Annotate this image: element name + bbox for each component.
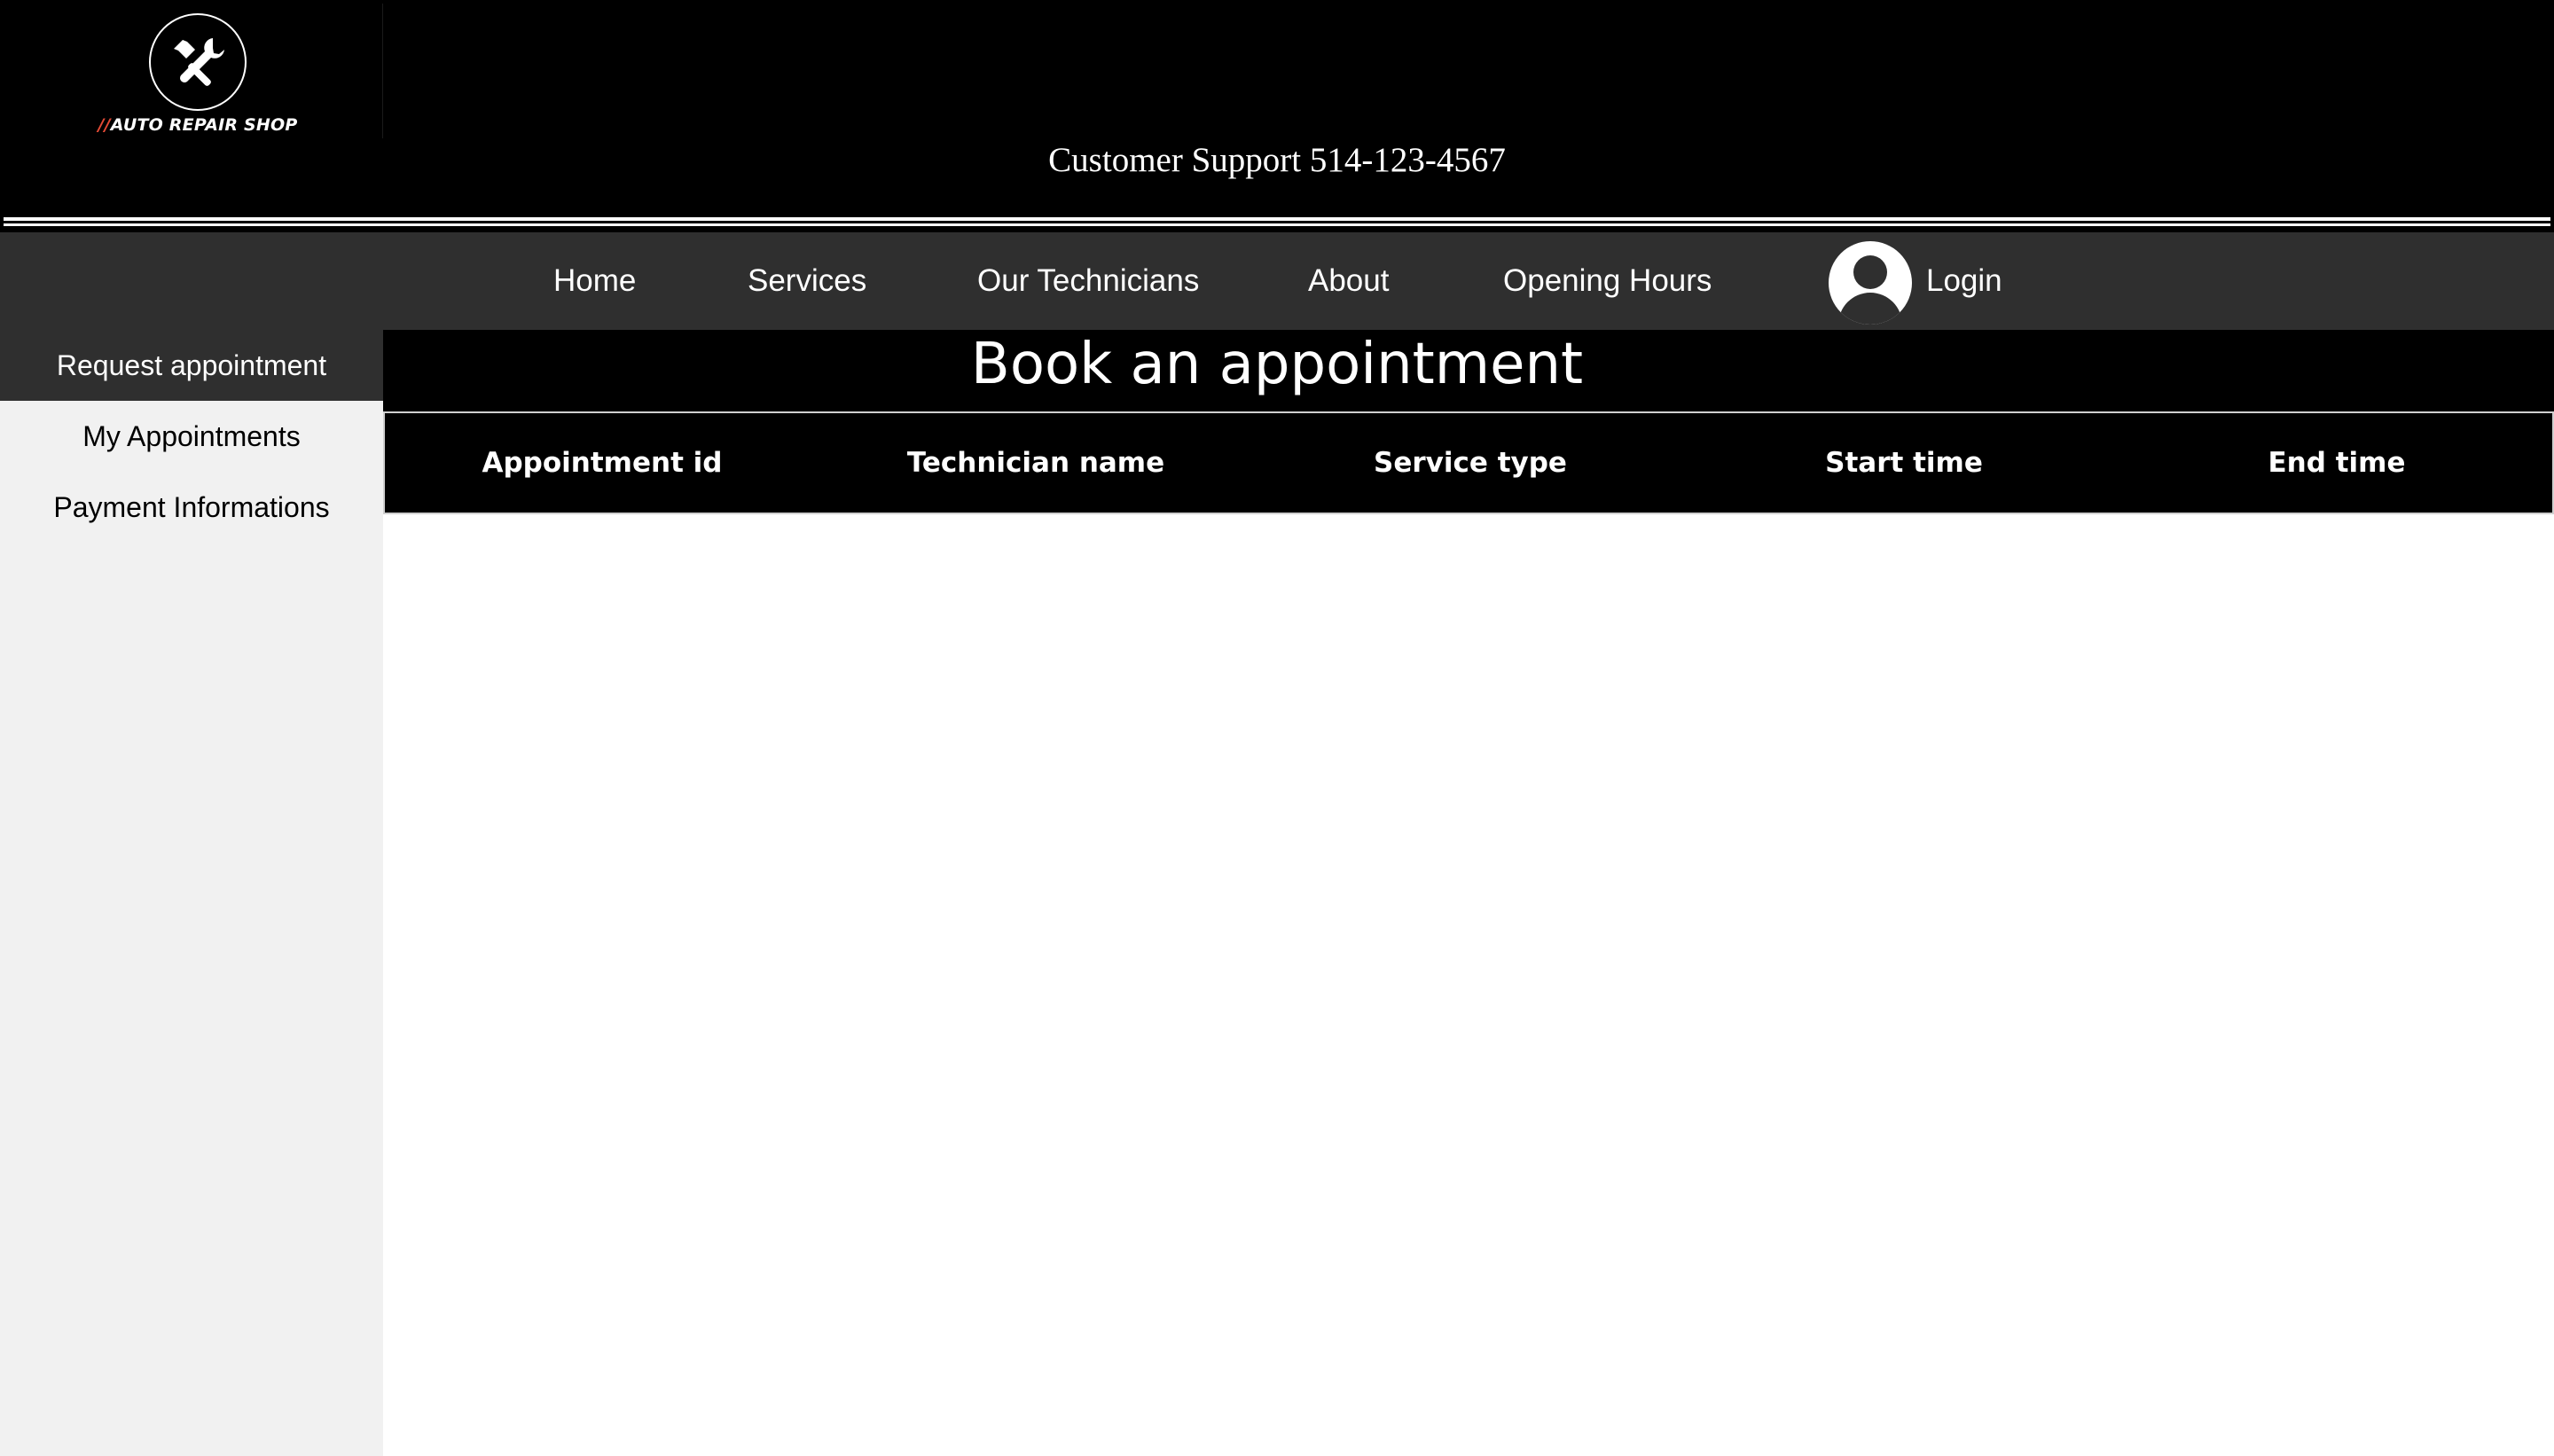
site-header: //AUTO REPAIR SHOP Customer Support 514-… [0,0,2554,232]
nav-item-our-technicians[interactable]: Our Technicians [977,232,1199,330]
logo-slashes: // [98,115,111,135]
main-nav: Home Services Our Technicians About Open… [0,232,2554,330]
column-header-technician-name: Technician name [906,447,1165,479]
header-divider [4,217,2550,221]
sidebar-item-my-appointments[interactable]: My Appointments [0,401,383,472]
avatar-head [1853,255,1887,289]
nav-item-services[interactable]: Services [748,232,866,330]
page-title: Book an appointment [970,332,1584,397]
logo-name: AUTO REPAIR SHOP [110,115,298,135]
login-link[interactable]: Login [1926,232,2002,330]
sidebar-item-payment-informations[interactable]: Payment Informations [0,472,383,543]
customer-support-phone: Customer Support 514-123-4567 [1048,141,1506,179]
sidebar: Request appointment My Appointments Paym… [0,330,383,1456]
nav-item-home[interactable]: Home [553,232,636,330]
hammer-wrench-icon [149,13,247,111]
user-avatar-icon[interactable] [1829,241,1912,325]
avatar-body [1838,293,1902,325]
appointments-table-header: Appointment id Technician name Service t… [383,411,2554,514]
column-header-appointment-id: Appointment id [482,447,723,479]
nav-item-opening-hours[interactable]: Opening Hours [1503,232,1712,330]
page-title-bar: Book an appointment [383,330,2554,411]
column-header-end-time: End time [2268,447,2406,479]
column-header-start-time: Start time [1825,447,1983,479]
nav-item-about[interactable]: About [1308,232,1389,330]
header-divider [4,223,2550,226]
sidebar-item-request-appointment[interactable]: Request appointment [0,330,383,401]
logo[interactable]: //AUTO REPAIR SHOP [4,4,383,138]
column-header-service-type: Service type [1374,447,1567,479]
logo-text: //AUTO REPAIR SHOP [4,115,392,135]
